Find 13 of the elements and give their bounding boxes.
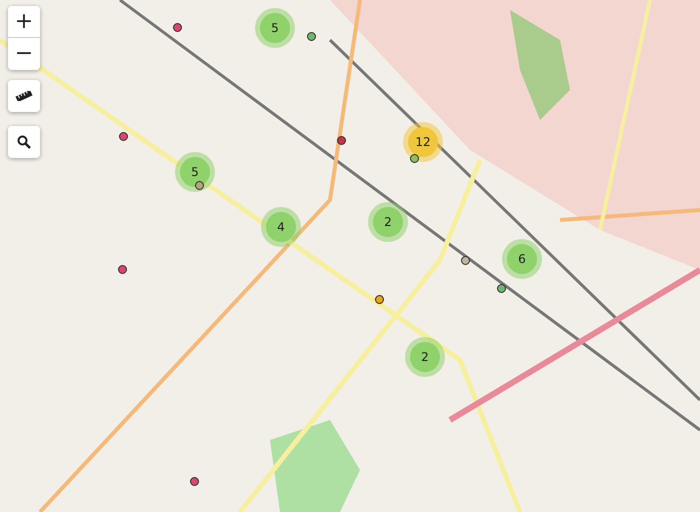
- cluster-marker[interactable]: 6: [502, 239, 542, 279]
- search-icon: [17, 135, 31, 149]
- cluster-marker[interactable]: 2: [405, 337, 445, 377]
- zoom-in-button[interactable]: +: [8, 6, 40, 38]
- cluster-marker[interactable]: 5: [255, 8, 295, 48]
- search-button[interactable]: [8, 126, 40, 158]
- cluster-marker[interactable]: 5: [175, 152, 215, 192]
- cluster-marker[interactable]: 2: [368, 202, 408, 242]
- cluster-marker[interactable]: 4: [261, 207, 301, 247]
- zoom-out-button[interactable]: −: [8, 38, 40, 70]
- cluster-marker[interactable]: 12: [403, 122, 443, 162]
- measure-button[interactable]: [8, 80, 40, 112]
- ruler-icon: [15, 91, 33, 101]
